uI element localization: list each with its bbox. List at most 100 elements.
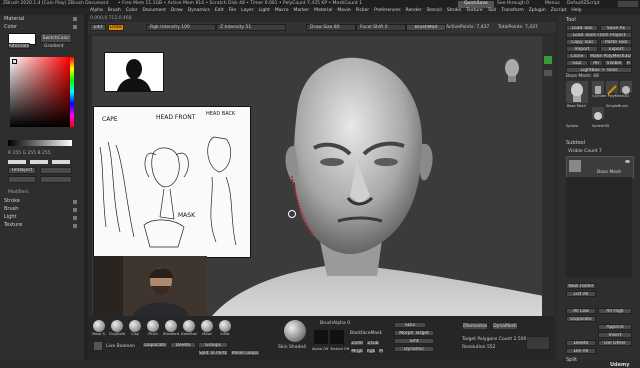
r-button[interactable]: R xyxy=(625,60,632,66)
visible-button[interactable]: Visible xyxy=(604,60,624,66)
zremesher-button[interactable]: ZRemesher xyxy=(462,322,488,330)
menu-marker[interactable]: Marker xyxy=(294,8,310,14)
zadd-button[interactable]: Zadd xyxy=(350,340,364,346)
duplicate-button[interactable]: Duplicate xyxy=(142,342,168,348)
duplicate-subtool-button[interactable]: Duplicate xyxy=(566,316,596,322)
make-polymesh-button[interactable]: Make PolyMesh3D xyxy=(589,53,632,59)
stroke-section[interactable]: Stroke xyxy=(4,199,20,204)
sys-palette-button[interactable] xyxy=(8,176,36,183)
delete-subtool-button[interactable]: Delete xyxy=(566,340,596,346)
target-polygons-count[interactable]: Target Polygons Count 2.5005 xyxy=(462,337,529,343)
append-button[interactable]: Append xyxy=(598,324,632,330)
brush-claybuild[interactable]: ClayBuild xyxy=(109,320,125,337)
menu-color[interactable]: Color xyxy=(126,8,138,14)
rgb-field-b[interactable] xyxy=(52,160,70,164)
pin-icon[interactable] xyxy=(73,25,77,29)
menu-alpha[interactable]: Alpha xyxy=(90,8,103,14)
load-tool-button[interactable]: Load Tool xyxy=(566,25,598,31)
focal-shift-slider[interactable]: Focal Shift 0 xyxy=(356,24,406,31)
tool-thumb-base-mesh[interactable] xyxy=(566,81,588,103)
draw-button[interactable]: Draw xyxy=(108,24,124,31)
menu-zscript[interactable]: Zscript xyxy=(551,8,567,14)
m-button[interactable]: M xyxy=(378,348,384,354)
rgb-button[interactable]: Rgb xyxy=(366,348,376,354)
default-script[interactable]: DefaultZScript xyxy=(567,1,600,7)
menu-help[interactable]: Help xyxy=(571,8,581,14)
menu-draw[interactable]: Draw xyxy=(171,8,183,14)
z-intensity-slider[interactable]: Z Intensity 51 xyxy=(216,24,286,31)
clone-button[interactable]: Clone xyxy=(566,53,588,59)
brush-move-s[interactable]: Move S. xyxy=(92,320,106,337)
sdiv-slider[interactable]: SDiv xyxy=(394,322,426,328)
brush-clay[interactable]: Clay xyxy=(128,320,142,337)
menu-file[interactable]: File xyxy=(229,8,237,14)
tool-thumb-cylinder[interactable] xyxy=(592,81,604,94)
pin-icon[interactable] xyxy=(73,216,77,220)
import-button[interactable]: Import xyxy=(566,46,598,52)
zsub-button[interactable]: Zsub xyxy=(366,340,380,346)
copy-tool-button[interactable]: Copy Tool xyxy=(566,39,598,45)
light-section[interactable]: Light xyxy=(4,215,16,220)
panel-loops-button[interactable]: Panel Loops xyxy=(230,350,260,356)
window-controls[interactable] xyxy=(618,1,638,7)
tool-title[interactable]: Tool xyxy=(566,18,576,23)
navigation-cube-head[interactable] xyxy=(502,56,522,86)
tool-thumb-simplebrush[interactable] xyxy=(606,81,618,95)
menu-light[interactable]: Light xyxy=(259,8,270,14)
menu-document[interactable]: Document xyxy=(143,8,166,14)
brush-standard[interactable]: Standard xyxy=(163,320,179,337)
menu-brush[interactable]: Brush xyxy=(108,8,121,14)
brush-section[interactable]: Brush xyxy=(4,207,18,212)
subtool-master-button[interactable] xyxy=(526,336,550,350)
new-folder-button[interactable]: New Folder xyxy=(566,283,596,289)
menu-picker[interactable]: Picker xyxy=(356,8,369,14)
menu-edit[interactable]: Edit xyxy=(215,8,224,14)
insert-button[interactable]: Insert xyxy=(598,332,632,338)
tool-thumb-sphere3d[interactable] xyxy=(592,107,604,120)
paste-tool-button[interactable]: Paste Tool xyxy=(600,39,632,45)
brush-move[interactable]: Move xyxy=(200,320,214,337)
pin-icon[interactable] xyxy=(73,200,77,204)
menus-toggle[interactable]: Menus xyxy=(545,1,560,7)
edit-button[interactable]: Edit xyxy=(90,24,106,31)
floor-grid-icon[interactable] xyxy=(544,56,552,64)
dynamic-button[interactable]: Dynamic xyxy=(394,346,434,352)
pin-icon[interactable] xyxy=(73,224,77,228)
menu-texture[interactable]: Texture xyxy=(466,8,482,14)
fill-object-button[interactable]: FillObject xyxy=(8,167,36,174)
brush-alpha-label[interactable]: BrushAlpha 0 xyxy=(320,321,350,327)
all-high-button[interactable]: All High xyxy=(598,308,632,314)
menu-macro[interactable]: Macro xyxy=(275,8,289,14)
draw-size-slider[interactable]: Draw Size 80 xyxy=(306,24,356,31)
menu-zplugin[interactable]: Zplugin xyxy=(529,8,546,14)
canvas-viewport[interactable]: CAPE HEAD FRONT HEAD BACK MASK xyxy=(92,36,554,316)
live-boolean-label[interactable]: Live Boolean xyxy=(106,344,135,350)
material-section[interactable]: Material xyxy=(4,17,24,22)
menu-transform[interactable]: Transform xyxy=(501,8,523,14)
del-all-button[interactable]: Del All xyxy=(566,348,596,354)
mrgb-button[interactable]: Mrgb xyxy=(350,348,364,354)
alpha-off-thumb[interactable] xyxy=(314,330,328,344)
silhouette-reference-image[interactable] xyxy=(104,52,164,92)
concept-sketch-reference[interactable]: CAPE HEAD FRONT HEAD BACK MASK xyxy=(93,106,251,258)
color-picker[interactable] xyxy=(10,57,70,127)
clear-button[interactable] xyxy=(40,176,72,183)
list-all-button[interactable]: List All xyxy=(566,291,596,297)
menu-movie[interactable]: Movie xyxy=(337,8,350,14)
menu-dynamics[interactable]: Dynamics xyxy=(188,8,210,14)
eye-icon[interactable] xyxy=(625,160,630,163)
texture-section[interactable]: Texture xyxy=(4,223,22,228)
brush-mod-button[interactable]: BrushMod xyxy=(406,24,446,31)
menu-stencil[interactable]: Stencil xyxy=(427,8,442,14)
tool-thumb-sphere[interactable] xyxy=(620,81,632,94)
material-sphere-icon[interactable] xyxy=(284,320,306,342)
hue-slider[interactable] xyxy=(70,57,74,127)
groups-button[interactable]: Groups xyxy=(198,342,228,348)
menu-material[interactable]: Material xyxy=(314,8,332,14)
visible-count[interactable]: Visible Count 7 xyxy=(568,149,602,155)
color-section[interactable]: Color xyxy=(4,25,17,30)
goz-button[interactable]: GoZ xyxy=(566,60,588,66)
pin-icon[interactable] xyxy=(73,208,77,212)
alternate-button[interactable]: Alternate xyxy=(8,43,30,49)
live-boolean-toggle[interactable] xyxy=(94,342,102,350)
